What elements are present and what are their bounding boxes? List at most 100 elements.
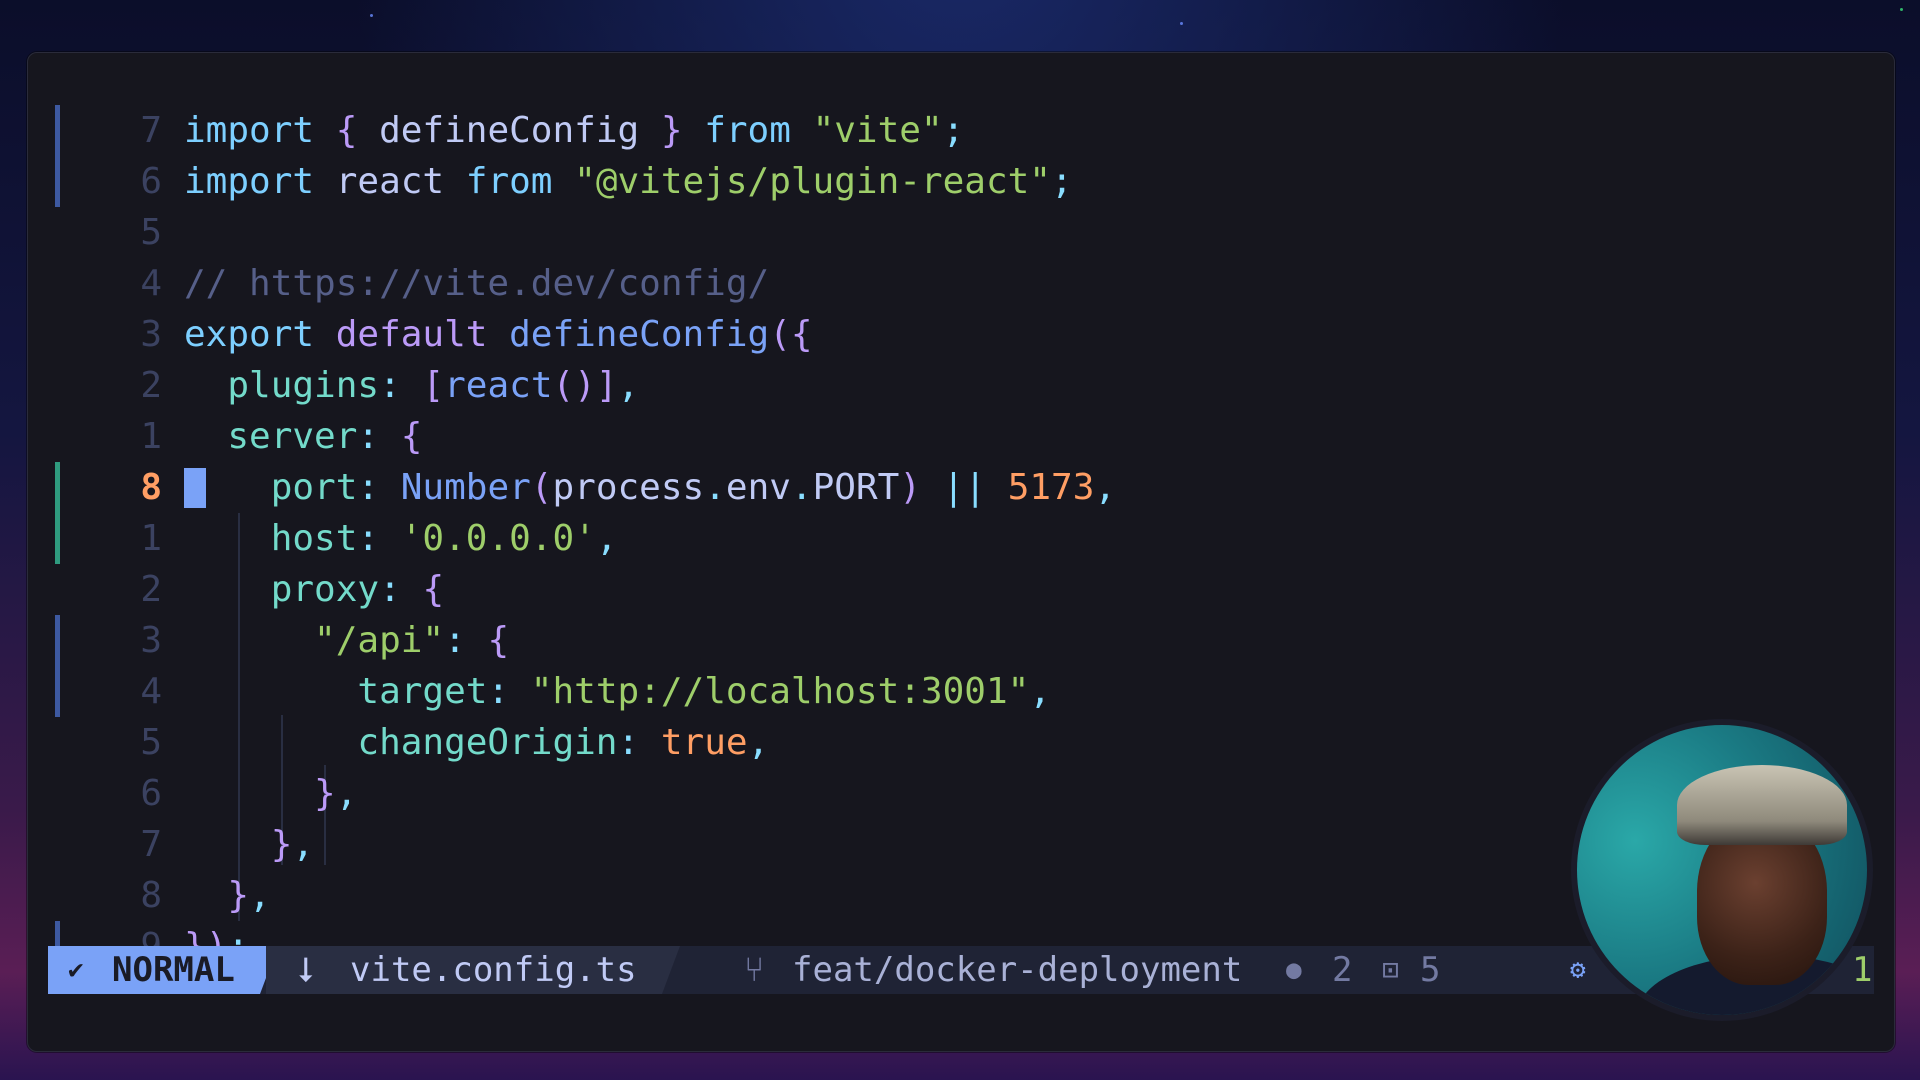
code-token: : (357, 467, 401, 508)
git-change-marker (55, 156, 60, 207)
code-token: [ (422, 365, 445, 406)
code-text: }, (184, 819, 314, 870)
git-change-marker (55, 462, 60, 513)
code-token: target (184, 671, 488, 712)
code-text: changeOrigin: true, (184, 717, 769, 768)
code-line[interactable]: 3 "/api": { (28, 615, 1894, 666)
git-change-marker (55, 513, 60, 564)
file-segment[interactable]: ⭣ vite.config.ts (266, 946, 662, 994)
code-token: process (552, 467, 705, 508)
code-line[interactable]: 2 plugins: [react()], (28, 360, 1894, 411)
code-token: , (595, 518, 618, 559)
code-text: // https://vite.dev/config/ (184, 258, 769, 309)
code-line[interactable]: 4 // https://vite.dev/config/ (28, 258, 1894, 309)
code-text: }, (184, 870, 271, 921)
code-line[interactable]: 1 server: { (28, 411, 1894, 462)
vim-logo-icon: ✔ (68, 955, 84, 985)
code-token: , (617, 365, 640, 406)
line-number: 4 (140, 263, 162, 304)
code-text: host: '0.0.0.0', (184, 513, 618, 564)
code-text: port: Number(process.env.PORT) || 5173, (184, 462, 1116, 513)
code-token: "http://localhost:3001" (530, 671, 1030, 712)
filename-label: vite.config.ts (350, 950, 637, 990)
mode-indicator: ✔ NORMAL (48, 946, 260, 994)
code-line[interactable]: 1 host: '0.0.0.0', (28, 513, 1894, 564)
code-text: target: "http://localhost:3001", (184, 666, 1051, 717)
typescript-file-icon: ⭣ (298, 950, 314, 990)
code-token: { (335, 110, 380, 151)
code-line[interactable]: 4 target: "http://localhost:3001", (28, 666, 1894, 717)
code-token: changeOrigin (184, 722, 618, 763)
code-line[interactable]: 7 import { defineConfig } from "vite"; (28, 105, 1894, 156)
line-number: 4 (140, 671, 162, 712)
line-number: 8 (140, 875, 162, 916)
code-line[interactable]: 2 proxy: { (28, 564, 1894, 615)
diagnostics-count: 2 (1332, 950, 1353, 990)
code-token: "@vitejs/plugin-react" (574, 161, 1051, 202)
code-token: , (747, 722, 770, 763)
square-dot-icon: ⊡ (1382, 953, 1399, 986)
code-token: : (487, 671, 531, 712)
line-number: 5 (140, 722, 162, 763)
code-token: } (184, 773, 336, 814)
code-token: : (357, 416, 401, 457)
code-token: proxy (184, 569, 380, 610)
line-number: 1 (140, 518, 162, 559)
code-token: ( (530, 467, 553, 508)
star-decoration (370, 14, 373, 17)
code-token: import (184, 161, 336, 202)
code-token: server (184, 416, 358, 457)
code-token: 5173 (1007, 467, 1095, 508)
code-token: default (335, 314, 510, 355)
code-line[interactable]: 3 export default defineConfig({ (28, 309, 1894, 360)
code-line[interactable]: 6 import react from "@vitejs/plugin-react… (28, 156, 1894, 207)
line-number: 2 (140, 569, 162, 610)
code-token: { (400, 416, 423, 457)
code-token: ] (595, 365, 618, 406)
code-token: . (790, 467, 813, 508)
code-token: ; (1050, 161, 1073, 202)
git-branch-icon: ⑂ (744, 950, 765, 990)
line-number: 3 (140, 620, 162, 661)
code-token: , (1094, 467, 1117, 508)
code-line[interactable]: 8 port: Number(process.env.PORT) || 5173… (28, 462, 1894, 513)
code-token: true (660, 722, 748, 763)
code-token: defineConfig (379, 110, 661, 151)
code-text: import react from "@vitejs/plugin-react"… (184, 156, 1073, 207)
code-token: ) (899, 467, 943, 508)
code-token: // https://vite.dev/config/ (184, 263, 770, 304)
gears-icon: ⚙ (1570, 955, 1586, 985)
code-token: { (422, 569, 445, 610)
code-text: plugins: [react()], (184, 360, 639, 411)
code-token: Number (400, 467, 531, 508)
code-text: export default defineConfig({ (184, 309, 813, 360)
line-number: 2 (140, 365, 162, 406)
code-token: "vite" (812, 110, 943, 151)
code-token: react (335, 161, 466, 202)
line-number: 7 (140, 110, 162, 151)
code-token: defineConfig (509, 314, 770, 355)
webcam-cap (1677, 765, 1847, 845)
code-token: : (379, 365, 423, 406)
git-change-marker (55, 615, 60, 666)
code-token: : (444, 620, 488, 661)
code-token: } (184, 875, 250, 916)
webcam-overlay (1577, 725, 1867, 1015)
branch-label[interactable]: feat/docker-deployment (792, 946, 1242, 994)
code-text: import { defineConfig } from "vite"; (184, 105, 964, 156)
code-token: : (617, 722, 661, 763)
code-token: || (942, 467, 1008, 508)
line-number: 3 (140, 314, 162, 355)
code-token: , (292, 824, 315, 865)
code-line[interactable]: 5 (28, 207, 1894, 258)
code-token: from (465, 161, 575, 202)
code-line[interactable]: 5 changeOrigin: true, (28, 717, 1894, 768)
code-token: PORT (812, 467, 900, 508)
code-text: "/api": { (184, 615, 509, 666)
code-token: env (725, 467, 791, 508)
code-text: proxy: { (184, 564, 444, 615)
line-number: 8 (140, 467, 162, 508)
code-token: , (1029, 671, 1051, 712)
code-token: , (249, 875, 271, 916)
code-token: export (184, 314, 336, 355)
